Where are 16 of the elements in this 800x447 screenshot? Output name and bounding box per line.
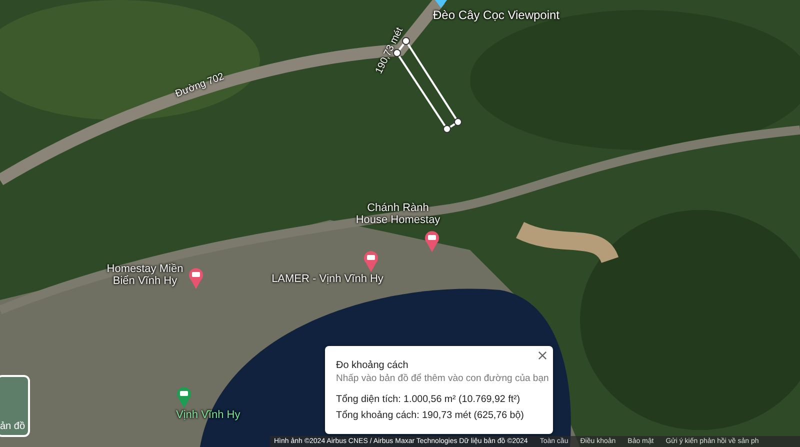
close-icon[interactable] bbox=[538, 351, 547, 360]
map-layer-button[interactable]: ản đồ bbox=[0, 375, 30, 437]
place-label[interactable]: Vịnh Vĩnh Hy bbox=[176, 409, 256, 421]
hotel-pin-icon[interactable] bbox=[424, 230, 440, 252]
panel-title: Đo khoảng cách bbox=[336, 359, 410, 372]
hotel-pin-icon[interactable] bbox=[188, 267, 204, 289]
place-label[interactable]: Homestay Miền Biển Vĩnh Hy bbox=[104, 263, 186, 287]
viewpoint-marker-icon[interactable] bbox=[435, 0, 447, 8]
total-area-text: Tổng diện tích: 1.000,56 m² (10.769,92 ft²) bbox=[336, 393, 522, 407]
transit-pin-icon[interactable] bbox=[176, 386, 192, 408]
place-label[interactable]: Đèo Cây Cọc Viewpoint bbox=[433, 9, 563, 21]
total-distance-text: Tổng khoảng cách: 190,73 mét (625,76 bộ) bbox=[336, 409, 525, 423]
road-label: Đường 702 bbox=[173, 70, 227, 102]
hotel-pin-icon[interactable] bbox=[363, 250, 379, 272]
place-label[interactable]: LAMER - Vịnh Vĩnh Hy bbox=[270, 273, 385, 285]
place-label[interactable]: Chánh Rành House Homestay bbox=[352, 202, 444, 226]
